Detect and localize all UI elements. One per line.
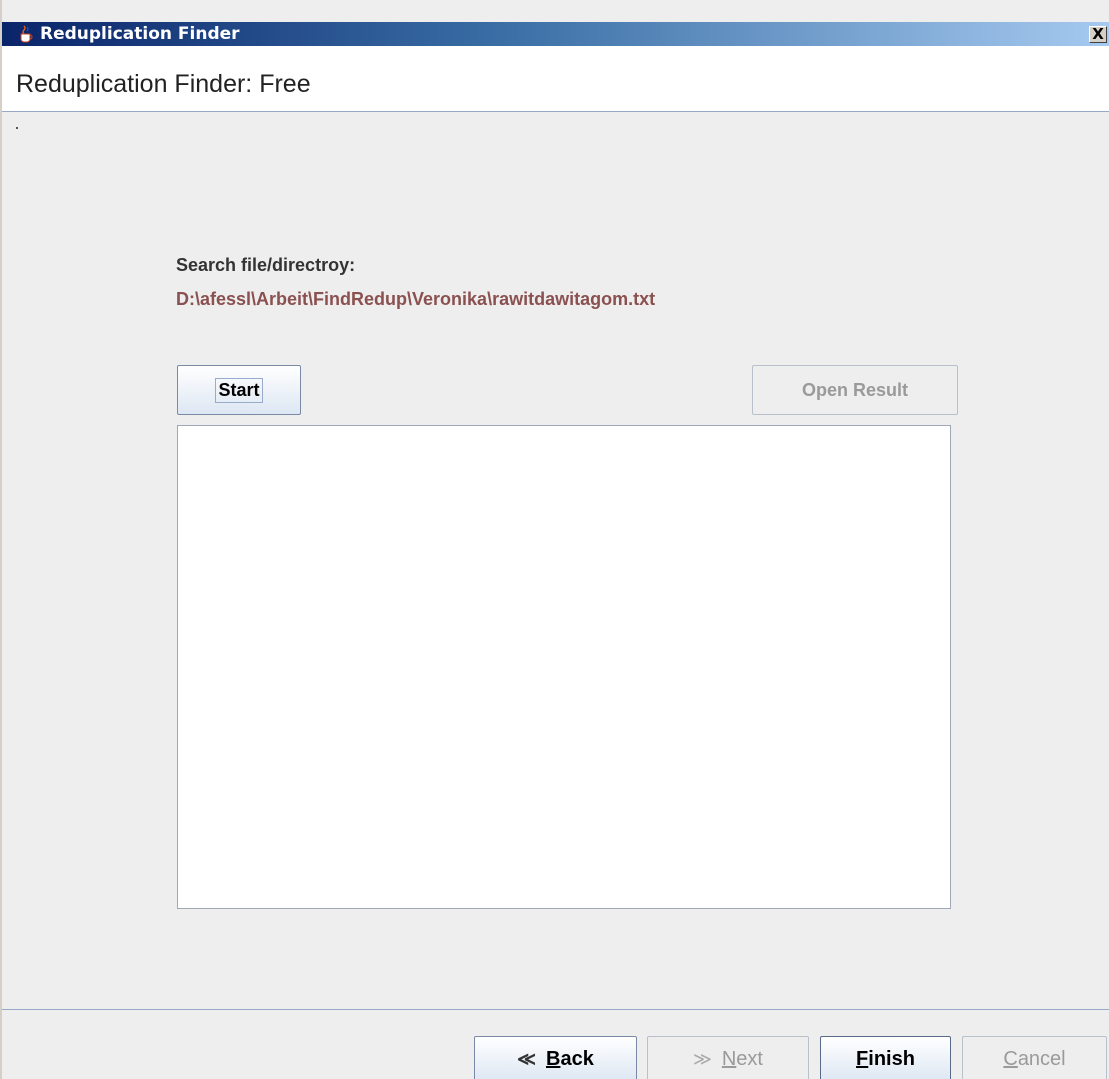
finish-label: Finish xyxy=(856,1047,915,1070)
close-button[interactable]: X xyxy=(1089,26,1107,43)
cancel-button[interactable]: Cancel xyxy=(962,1036,1107,1079)
back-button[interactable]: ≪ Back xyxy=(474,1036,637,1079)
back-label: Back xyxy=(546,1047,594,1070)
result-text-area[interactable] xyxy=(177,425,951,909)
wizard-footer: ≪ Back ≫ Next Finish Cancel xyxy=(2,1009,1109,1079)
page-header: Reduplication Finder: Free xyxy=(2,46,1109,112)
start-button[interactable]: Start xyxy=(177,365,301,415)
page-title: Reduplication Finder: Free xyxy=(16,70,311,98)
start-button-label: Start xyxy=(215,377,263,403)
next-label: Next xyxy=(721,1047,763,1070)
next-button[interactable]: ≫ Next xyxy=(647,1036,809,1079)
wizard-window: Reduplication Finder X Reduplication Fin… xyxy=(0,0,1109,1079)
java-coffee-cup-icon xyxy=(20,25,33,43)
double-chevron-right-icon: ≫ xyxy=(693,1048,712,1069)
search-label: Search file/directroy: xyxy=(176,255,356,275)
search-path-value: D:\afessl\Arbeit\FindRedup\Veronika\rawi… xyxy=(176,289,656,309)
window-title: Reduplication Finder xyxy=(40,24,240,44)
close-icon: X xyxy=(1092,25,1104,43)
decorative-dot xyxy=(16,127,18,129)
content-area: Search file/directroy: D:\afessl\Arbeit\… xyxy=(2,113,1109,1009)
double-chevron-left-icon: ≪ xyxy=(517,1048,536,1069)
open-result-label: Open Result xyxy=(801,379,908,400)
title-bar[interactable]: Reduplication Finder X xyxy=(2,22,1109,46)
finish-button[interactable]: Finish xyxy=(820,1036,951,1079)
cancel-label: Cancel xyxy=(1003,1047,1066,1070)
open-result-button[interactable]: Open Result xyxy=(752,365,958,415)
